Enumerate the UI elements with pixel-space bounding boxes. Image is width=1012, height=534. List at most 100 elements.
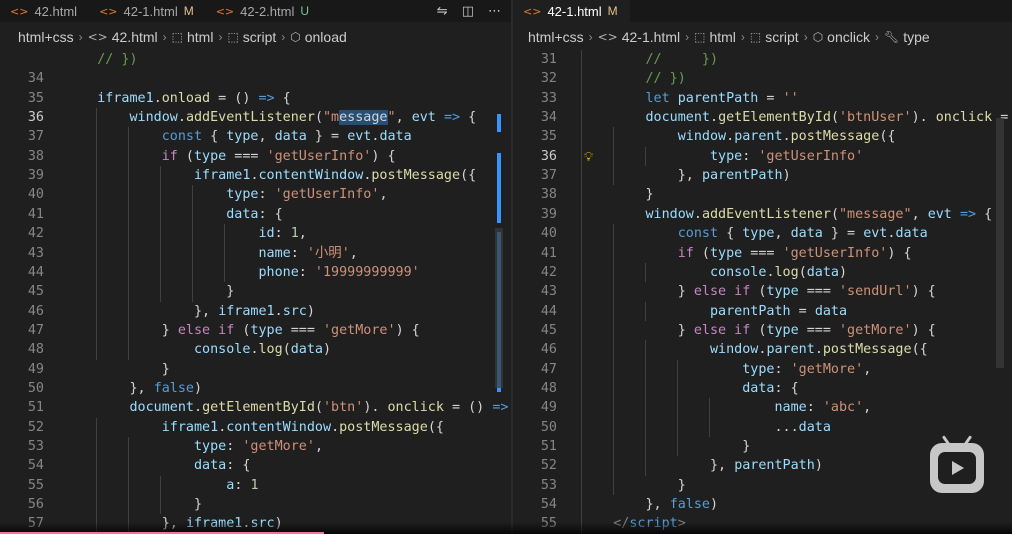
code-line[interactable]: 46 window.parent.postMessage({ xyxy=(513,340,1012,359)
code-line[interactable]: 44 phone: '19999999999' xyxy=(0,263,511,282)
line-number: 45 xyxy=(540,322,557,338)
breadcrumb-item[interactable]: script xyxy=(765,29,798,45)
code-line[interactable]: 56 } xyxy=(0,495,511,514)
code-line[interactable]: // }) xyxy=(0,50,511,69)
code-line[interactable]: 36 💡︎ type: 'getUserInfo' xyxy=(513,147,1012,166)
code-line[interactable]: 44 parentPath = data xyxy=(513,302,1012,321)
code-line[interactable]: 43 name: '小明', xyxy=(0,244,511,263)
code-line[interactable]: 42 console.log(data) xyxy=(513,263,1012,282)
code-line[interactable]: 39 iframe1.contentWindow.postMessage({ xyxy=(0,166,511,185)
code-line[interactable]: 34 document.getElementById('btnUser'). o… xyxy=(513,108,1012,127)
code-token: ( xyxy=(314,400,323,416)
breadcrumb-item[interactable]: script xyxy=(243,29,276,45)
tab-42-2-html[interactable]: <> 42-2.html U xyxy=(206,0,321,22)
code-line[interactable]: 53 type: 'getMore', xyxy=(0,437,511,456)
breadcrumb-item[interactable]: html xyxy=(709,29,735,45)
code-line[interactable]: 54 }, false) xyxy=(513,495,1012,514)
code-line[interactable]: 55 a: 1 xyxy=(0,476,511,495)
code-line[interactable]: 34 xyxy=(0,69,511,88)
tab-42-1-html[interactable]: <> 42-1.html M xyxy=(89,0,206,22)
code-token: } xyxy=(65,322,178,338)
code-text: // }) xyxy=(581,69,686,88)
code-line[interactable]: 45 } else if (type === 'getMore') { xyxy=(513,321,1012,340)
code-token: . xyxy=(177,110,186,126)
code-line[interactable]: 35 window.parent.postMessage({ xyxy=(513,127,1012,146)
code-line[interactable]: 50 }, false) xyxy=(0,379,511,398)
code-line[interactable]: 41 data: { xyxy=(0,205,511,224)
code-token: postMessage xyxy=(822,342,912,358)
code-line[interactable]: 37 const { type, data } = evt.data xyxy=(0,127,511,146)
code-token: window xyxy=(645,206,694,222)
code-editor[interactable]: // }) 34 35 iframe1.onload = () => {36 win… xyxy=(0,50,511,534)
breadcrumb-item[interactable]: 42-1.html xyxy=(622,29,680,45)
breadcrumb-item[interactable]: 42.html xyxy=(112,29,158,45)
code-line[interactable]: 38 if (type === 'getUserInfo') { xyxy=(0,147,511,166)
code-line[interactable]: 33 let parentPath = '' xyxy=(513,89,1012,108)
code-token: name xyxy=(774,400,807,416)
code-text: type: 'getMore', xyxy=(581,360,871,379)
code-line[interactable]: 42 id: 1, xyxy=(0,224,511,243)
code-token: ( xyxy=(177,148,194,164)
code-line[interactable]: 40 type: 'getUserInfo', xyxy=(0,185,511,204)
split-editor-icon[interactable]: ◫ xyxy=(462,4,474,19)
code-token: { xyxy=(718,226,743,242)
scrollbar-thumb[interactable] xyxy=(495,228,503,388)
code-line[interactable]: 51 document.getElementById('btn'). oncli… xyxy=(0,398,511,417)
code-token: : xyxy=(274,226,291,242)
chevron-right-icon: › xyxy=(803,30,808,44)
code-token: type xyxy=(194,439,227,454)
code-line[interactable]: 47 type: 'getMore', xyxy=(513,360,1012,379)
line-number: 54 xyxy=(27,458,44,474)
code-token: const xyxy=(161,129,203,145)
code-token: } xyxy=(581,284,694,300)
code-line[interactable]: 37 }, parentPath) xyxy=(513,166,1012,185)
scrollbar-thumb[interactable] xyxy=(996,118,1004,368)
code-text: let parentPath = '' xyxy=(581,89,799,108)
code-line[interactable]: 40 const { type, data } = evt.data xyxy=(513,224,1012,243)
code-line[interactable]: 43 } else if (type === 'sendUrl') { xyxy=(513,282,1012,301)
code-token: else if xyxy=(693,284,751,300)
breadcrumb-item[interactable]: html xyxy=(187,29,213,45)
code-line[interactable]: 52 iframe1.contentWindow.postMessage({ xyxy=(0,418,511,437)
indent-guide xyxy=(709,398,710,437)
code-line[interactable]: 49 } xyxy=(0,360,511,379)
breadcrumb-item[interactable]: onload xyxy=(305,29,347,45)
code-line[interactable]: 47 } else if (type === 'getMore') { xyxy=(0,321,511,340)
code-token: } xyxy=(65,497,203,513)
change-marker xyxy=(497,153,501,223)
left-editor-pane[interactable]: <> 42.html <> 42-1.html M <> 42-2.html U… xyxy=(0,0,511,534)
code-line[interactable]: 54 data: { xyxy=(0,456,511,475)
code-token: ({ xyxy=(879,129,896,145)
code-line[interactable]: 35 iframe1.onload = () => { xyxy=(0,89,511,108)
code-line[interactable]: 32 // }) xyxy=(513,69,1012,88)
code-token: } xyxy=(581,477,686,493)
code-line[interactable]: 48 console.log(data) xyxy=(0,340,511,359)
code-token: // }) xyxy=(645,52,719,67)
breadcrumb-item[interactable]: html+css xyxy=(18,29,74,45)
code-line[interactable]: 31 // }) xyxy=(513,50,1012,69)
code-token: data xyxy=(226,206,259,222)
code-line[interactable]: 46 }, iframe1.src) xyxy=(0,302,511,321)
code-token: '19999999999' xyxy=(314,264,420,280)
code-line[interactable]: 36 window.addEventListener("message", ev… xyxy=(0,108,511,127)
code-line[interactable]: 39 window.addEventListener("message", ev… xyxy=(513,205,1012,224)
code-token: data xyxy=(742,380,775,396)
breadcrumb-item[interactable]: type xyxy=(903,29,929,45)
code-line[interactable]: 50 ...data xyxy=(513,418,1012,437)
code-line[interactable]: 45 } xyxy=(0,282,511,301)
modified-badge: M xyxy=(607,4,618,18)
breadcrumb-item[interactable]: onclick xyxy=(827,29,870,45)
html-file-icon: <> xyxy=(87,30,108,44)
tab-42-html[interactable]: <> 42.html xyxy=(0,0,89,22)
code-line[interactable]: 48 data: { xyxy=(513,379,1012,398)
code-line[interactable]: 41 if (type === 'getUserInfo') { xyxy=(513,244,1012,263)
line-number: 43 xyxy=(540,284,557,300)
code-token: " xyxy=(387,110,396,126)
breadcrumb-item[interactable]: html+css xyxy=(528,29,584,45)
code-line[interactable]: 38 } xyxy=(513,185,1012,204)
tab-42-1-html-active[interactable]: <> 42-1.html M xyxy=(513,0,630,22)
more-actions-icon[interactable]: ⋯ xyxy=(488,4,501,19)
compare-icon[interactable]: ⇋ xyxy=(437,4,448,19)
code-line[interactable]: 49 name: 'abc', xyxy=(513,398,1012,417)
